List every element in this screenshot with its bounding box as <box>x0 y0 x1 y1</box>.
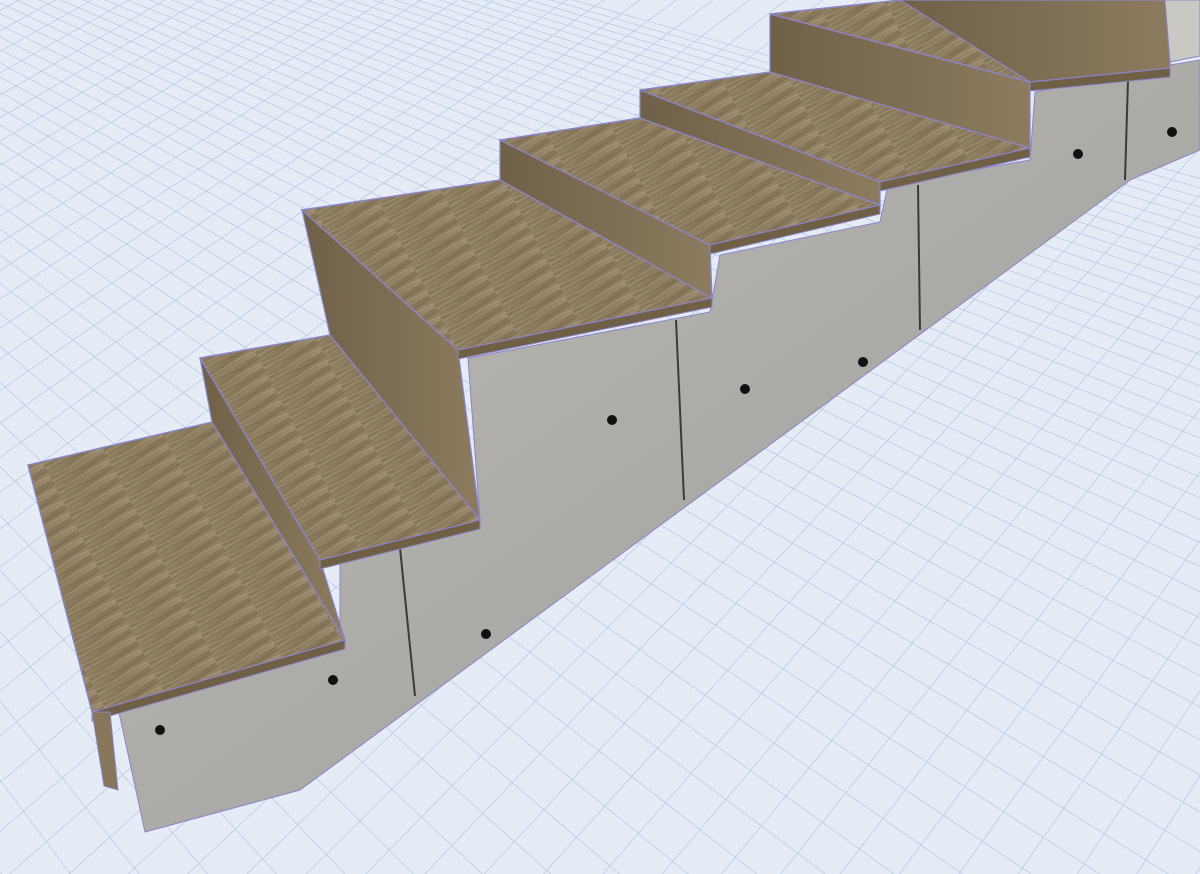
3d-viewport[interactable] <box>0 0 1200 874</box>
tie-hole <box>481 629 491 639</box>
tie-hole <box>858 357 868 367</box>
tie-hole <box>1073 149 1083 159</box>
tie-hole <box>155 725 165 735</box>
tie-hole <box>607 415 617 425</box>
concrete-landing-edge <box>1164 0 1200 63</box>
tie-hole <box>328 675 338 685</box>
tie-hole <box>1167 127 1177 137</box>
stair-render <box>0 0 1200 874</box>
tie-hole <box>740 384 750 394</box>
